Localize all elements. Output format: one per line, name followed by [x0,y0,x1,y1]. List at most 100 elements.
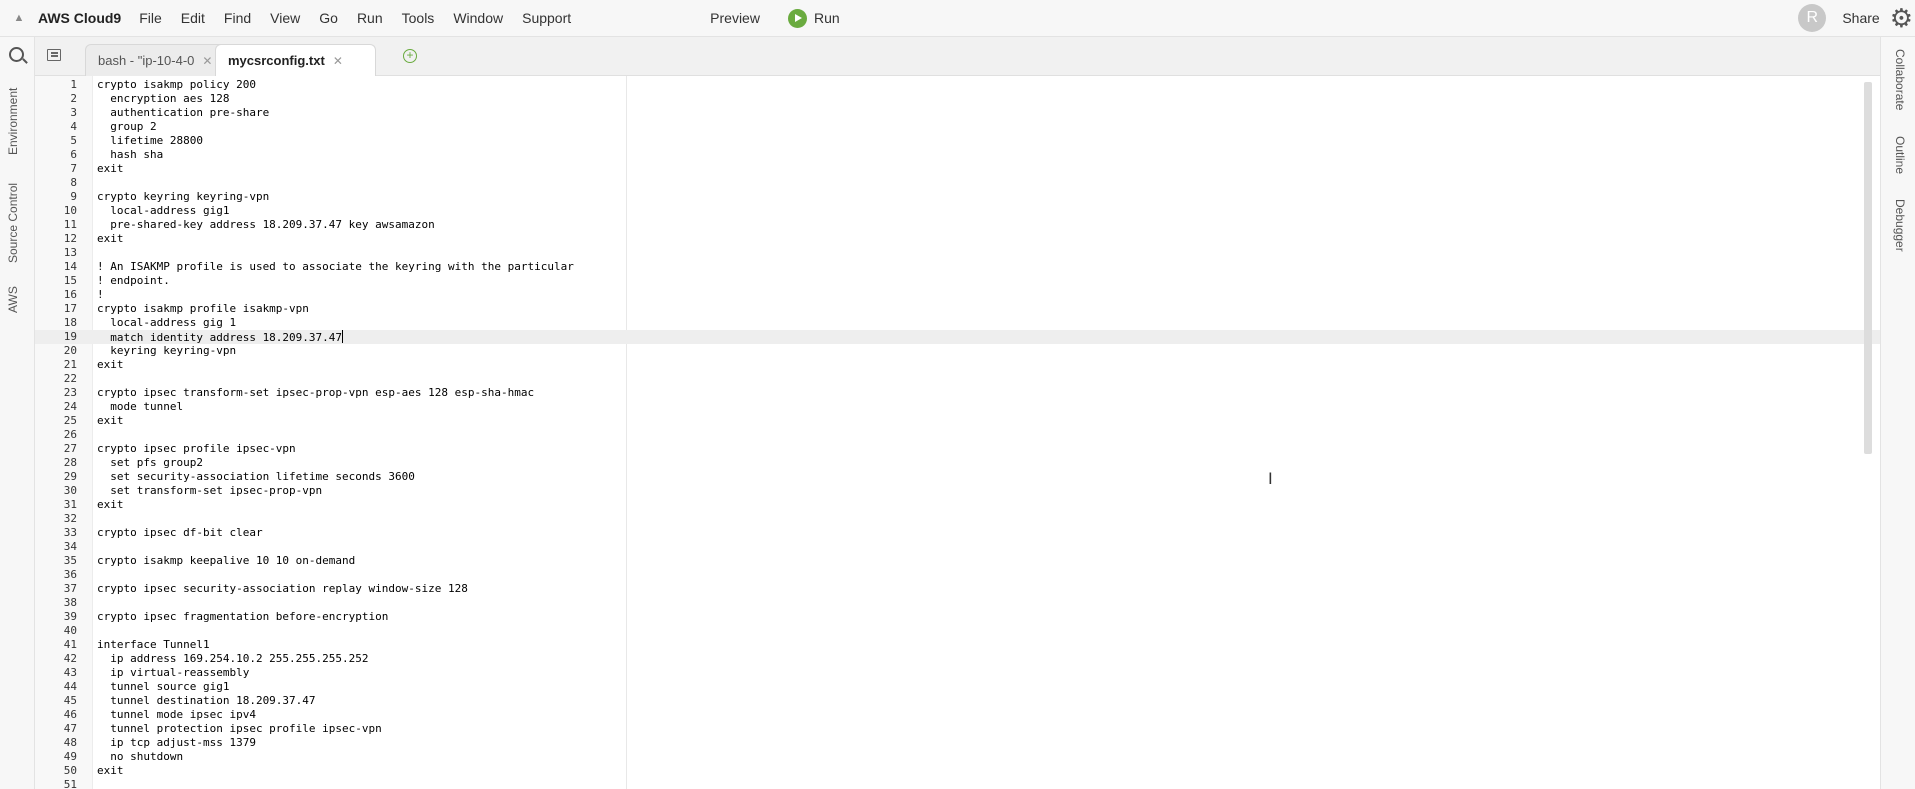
preview-button[interactable]: Preview [710,10,760,26]
code-line[interactable]: 27 crypto ipsec profile ipsec-vpn [35,442,1880,456]
code-line[interactable]: 32 [35,512,1880,526]
code-line[interactable]: 38 [35,596,1880,610]
code-line[interactable]: 26 [35,428,1880,442]
tab-environment[interactable]: Environment [6,88,20,155]
code-line[interactable]: 35 crypto isakmp keepalive 10 10 on-deman… [35,554,1880,568]
code-line[interactable]: 20 keyring keyring-vpn [35,344,1880,358]
gear-icon[interactable]: ⚙ [1890,5,1913,31]
tab-collaborate[interactable]: Collaborate [1893,49,1907,110]
code-line[interactable]: 14 ! An ISAKMP profile is used to associa… [35,260,1880,274]
menu-file[interactable]: File [139,10,162,26]
line-number: 10 [63,204,77,217]
code-line[interactable]: 23 crypto ipsec transform-set ipsec-prop-… [35,386,1880,400]
code-line[interactable]: 33 crypto ipsec df-bit clear [35,526,1880,540]
code-line[interactable]: 17 crypto isakmp profile isakmp-vpn [35,302,1880,316]
line-number: 34 [63,540,77,553]
code-text: ! [97,288,104,301]
close-icon[interactable]: ✕ [202,54,212,68]
add-tab-icon[interactable]: + [403,49,417,63]
collapse-menu-icon[interactable]: ▲ [0,0,38,36]
share-button[interactable]: Share [1842,10,1879,26]
code-line[interactable]: 46 tunnel mode ipsec ipv4 [35,708,1880,722]
code-line[interactable]: 10 local-address gig1 [35,204,1880,218]
code-line[interactable]: 4 group 2 [35,120,1880,134]
vertical-scrollbar[interactable] [1864,82,1872,454]
code-line[interactable]: 3 authentication pre-share [35,106,1880,120]
code-line[interactable]: 41 interface Tunnel1 [35,638,1880,652]
tab-outline[interactable]: Outline [1893,136,1907,174]
code-line[interactable]: 16! [35,288,1880,302]
code-text: tunnel protection ipsec profile ipsec-vp… [97,722,382,735]
code-line[interactable]: 40 [35,624,1880,638]
tab-debugger[interactable]: Debugger [1893,199,1907,252]
code-line[interactable]: 42 ip address 169.254.10.2 255.255.255.2… [35,652,1880,666]
code-line[interactable]: 2 encryption aes 128 [35,92,1880,106]
line-number: 35 [63,554,77,567]
line-number: 18 [63,316,77,329]
tab-aws[interactable]: AWS [6,286,20,313]
code-line[interactable]: 24 mode tunnel [35,400,1880,414]
code-text: match identity address 18.209.37.47 [97,330,344,344]
line-number: 14 [63,260,77,273]
tab-source-control[interactable]: Source Control [6,183,20,263]
avatar[interactable]: R [1798,4,1827,32]
code-line[interactable]: 8 [35,176,1880,190]
close-icon[interactable]: ✕ [333,54,343,68]
line-number: 44 [63,680,77,693]
code-line[interactable]: 15 ! endpoint. [35,274,1880,288]
code-editor[interactable]: 1 crypto isakmp policy 200 2 encryption ae… [35,76,1880,789]
code-line[interactable]: 29 set security-association lifetime sec… [35,470,1880,484]
code-line[interactable]: 11 pre-shared-key address 18.209.37.47 k… [35,218,1880,232]
code-line[interactable]: 44 tunnel source gig1 [35,680,1880,694]
code-line[interactable]: 22 [35,372,1880,386]
menu-window[interactable]: Window [453,10,503,26]
file-tree-toggle-icon[interactable] [47,49,61,61]
code-line[interactable]: 9 crypto keyring keyring-vpn [35,190,1880,204]
code-line[interactable]: 48 ip tcp adjust-mss 1379 [35,736,1880,750]
code-line[interactable]: 18 local-address gig 1 [35,316,1880,330]
run-button[interactable]: Run [787,8,840,28]
code-line[interactable]: 28 set pfs group2 [35,456,1880,470]
line-number: 47 [63,722,77,735]
code-line[interactable]: 25 exit [35,414,1880,428]
code-line[interactable]: 51 [35,778,1880,789]
right-sidebar: Collaborate Outline Debugger [1880,37,1915,789]
code-text: mode tunnel [97,400,184,413]
code-line[interactable]: 30 set transform-set ipsec-prop-vpn [35,484,1880,498]
code-line[interactable]: 49 no shutdown [35,750,1880,764]
code-lines[interactable]: 1 crypto isakmp policy 200 2 encryption ae… [35,78,1880,789]
code-line[interactable]: 5 lifetime 28800 [35,134,1880,148]
code-text: group 2 [97,120,157,133]
code-line[interactable]: 21 exit [35,358,1880,372]
code-text: crypto isakmp keepalive 10 10 on-demand [97,554,356,567]
brand-menu[interactable]: AWS Cloud9 [38,10,121,26]
code-line[interactable]: 39 crypto ipsec fragmentation before-encr… [35,610,1880,624]
code-line[interactable]: 31 exit [35,498,1880,512]
code-line[interactable]: 7 exit [35,162,1880,176]
code-line[interactable]: 43 ip virtual-reassembly [35,666,1880,680]
code-line[interactable]: 37 crypto ipsec security-association repl… [35,582,1880,596]
tab-mycsrconfig[interactable]: mycsrconfig.txt ✕ [215,44,376,77]
menu-find[interactable]: Find [224,10,251,26]
code-line[interactable]: 6 hash sha [35,148,1880,162]
code-line[interactable]: 47 tunnel protection ipsec profile ipsec… [35,722,1880,736]
menu-run[interactable]: Run [357,10,383,26]
code-line[interactable]: 45 tunnel destination 18.209.37.47 [35,694,1880,708]
menu-support[interactable]: Support [522,10,571,26]
code-line[interactable]: 19 match identity address 18.209.37.47 [35,330,1880,344]
code-text: interface Tunnel1 [97,638,210,651]
search-icon[interactable] [9,47,24,62]
code-line[interactable]: 1 crypto isakmp policy 200 [35,78,1880,92]
menu-edit[interactable]: Edit [181,10,205,26]
code-line[interactable]: 36 [35,568,1880,582]
code-line[interactable]: 12 exit [35,232,1880,246]
code-line[interactable]: 50 exit [35,764,1880,778]
code-text: local-address gig 1 [97,316,237,329]
menu-go[interactable]: Go [319,10,338,26]
menu-view[interactable]: View [270,10,300,26]
code-line[interactable]: 34 [35,540,1880,554]
code-line[interactable]: 13 [35,246,1880,260]
menu-tools[interactable]: Tools [402,10,435,26]
code-text: ip virtual-reassembly [97,666,250,679]
line-number: 5 [70,134,77,147]
